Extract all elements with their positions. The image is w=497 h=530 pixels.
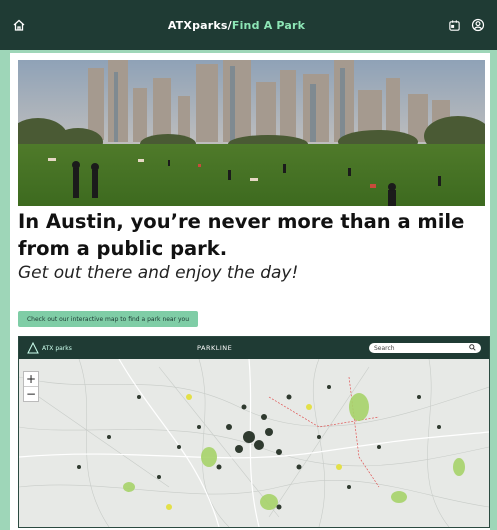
- home-icon[interactable]: [10, 16, 28, 34]
- brand-name[interactable]: ATXparks: [168, 19, 228, 32]
- map-search-input[interactable]: Search: [369, 343, 481, 353]
- hero-image-austin-skyline-park: [18, 60, 485, 206]
- search-icon[interactable]: [469, 343, 476, 353]
- calendar-icon[interactable]: [445, 16, 463, 34]
- hero-subheadline: Get out there and enjoy the day!: [18, 263, 299, 283]
- zoom-out-button[interactable]: −: [24, 386, 38, 401]
- interactive-park-map[interactable]: ATX parks PARKLINE Search + −: [18, 336, 490, 528]
- content-panel: In Austin, you’re never more than a mile…: [10, 53, 490, 530]
- map-logo: ATX parks: [27, 342, 197, 354]
- map-search-placeholder: Search: [374, 344, 395, 352]
- map-zoom-control: + −: [23, 371, 39, 402]
- hero-headline: In Austin, you’re never more than a mile…: [18, 210, 465, 260]
- map-header-bar: ATX parks PARKLINE Search: [19, 337, 489, 359]
- zoom-in-button[interactable]: +: [24, 372, 38, 386]
- interactive-map-cta-button[interactable]: Check out our interactive map to find a …: [18, 311, 198, 327]
- map-title: PARKLINE: [197, 344, 233, 352]
- top-navigation-bar: ATXparks/Find A Park: [0, 0, 497, 50]
- page-title: ATXparks/Find A Park: [168, 19, 305, 32]
- account-icon[interactable]: [469, 16, 487, 34]
- section-name: Find A Park: [231, 18, 306, 32]
- map-logo-text: ATX parks: [42, 344, 72, 352]
